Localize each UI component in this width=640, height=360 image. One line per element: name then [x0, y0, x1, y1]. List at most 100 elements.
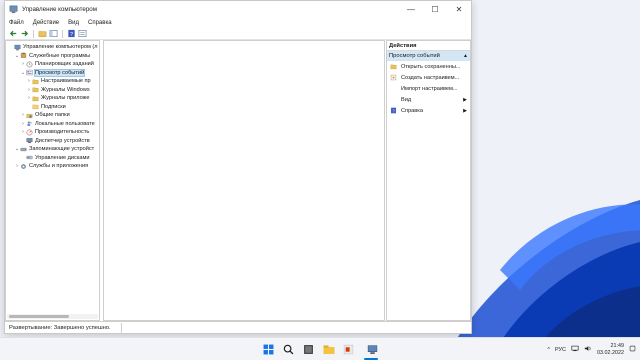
clock-time: 21:49 [610, 342, 625, 349]
scrollbar-thumb[interactable] [9, 315, 69, 318]
tree-node-label: Журналы Windows [41, 86, 90, 93]
action-label: Вид [401, 96, 412, 103]
folder-icon [32, 87, 39, 93]
folder-icon [32, 79, 39, 84]
properties-icon[interactable] [78, 29, 87, 38]
action-item[interactable]: Импорт настраивем... [387, 83, 470, 94]
forward-icon[interactable] [20, 29, 29, 38]
network-icon[interactable] [571, 345, 579, 354]
tree-node[interactable]: › Планировщик заданий [6, 60, 99, 69]
maximize-button[interactable]: ☐ [423, 1, 447, 17]
tree-node[interactable]: › Настраиваемые пр [6, 77, 99, 86]
title-bar[interactable]: Управление компьютером — ☐ ✕ [5, 1, 471, 17]
tree-node[interactable]: › Журналы Windows [6, 86, 99, 95]
services-icon [21, 163, 26, 169]
computer-management-icon [14, 44, 21, 51]
tree-node[interactable]: ⌄ Запоминающие устройст [6, 145, 99, 154]
action-item[interactable]: Открыть сохраненны... [387, 61, 470, 72]
tree-node[interactable]: › Производительность [6, 128, 99, 137]
back-icon[interactable] [9, 29, 18, 38]
actions-group-event-viewer[interactable]: Просмотр событий ▲ [387, 51, 470, 61]
action-list: Открыть сохраненны... Создать настраивем.… [387, 61, 470, 116]
toolbar: ? [5, 28, 471, 40]
tree-node-label: Служебные программы [29, 52, 91, 59]
tree-node-label: Планировщик заданий [35, 61, 94, 68]
tree-node-label: Диспетчер устройств [35, 137, 90, 144]
status-text: Развертывание: Завершено успешно. [9, 324, 111, 331]
volume-icon[interactable] [584, 345, 592, 354]
tree-node-label: Производительность [35, 129, 90, 136]
tree-list: Управление компьютером (л ⌄ Служебные прог… [6, 43, 99, 171]
status-bar: Развертывание: Завершено успешно. [5, 321, 471, 333]
menu-action[interactable]: Действие [33, 20, 59, 26]
create-view-icon [390, 74, 397, 81]
notification-icon[interactable] [629, 345, 636, 354]
blank-icon [390, 85, 397, 92]
blank-icon [390, 96, 397, 103]
toolbar-separator [33, 29, 34, 38]
help-icon[interactable]: ? [67, 29, 76, 38]
menu-view[interactable]: Вид [68, 20, 79, 26]
tree-node[interactable]: › Журналы приложе [6, 94, 99, 103]
action-item[interactable]: ? Справка ▶ [387, 105, 470, 116]
tree-node[interactable]: Диспетчер устройств [6, 137, 99, 146]
file-explorer-icon[interactable] [302, 343, 315, 356]
search-icon[interactable] [282, 343, 295, 356]
tree-node[interactable]: Управление дисками [6, 154, 99, 163]
disk-icon [26, 156, 33, 160]
actions-pane: Действия Просмотр событий ▲ Открыть сохр… [386, 40, 471, 321]
tree-node-label: Запоминающие устройст [29, 146, 95, 153]
users-icon [27, 121, 32, 127]
menu-help[interactable]: Справка [88, 20, 112, 26]
tree-node-label: Подписки [41, 103, 66, 110]
action-label: Импорт настраивем... [401, 85, 458, 92]
tree-node[interactable]: Управление компьютером (л [6, 43, 99, 52]
tree-node[interactable]: ⌄ Просмотр событий [6, 68, 99, 78]
folder-icon [32, 96, 39, 101]
toolbar-separator [62, 29, 63, 38]
taskbar: ^ РУС 21:49 03.02.2022 [0, 337, 640, 360]
subscriptions-icon [32, 104, 39, 110]
language-indicator[interactable]: РУС [555, 347, 566, 353]
console-tree[interactable]: Управление компьютером (л ⌄ Служебные прог… [5, 40, 100, 321]
computer-management-window[interactable]: Управление компьютером — ☐ ✕ Файл Действ… [4, 0, 472, 334]
tree-node[interactable]: › Локальные пользовате [6, 120, 99, 129]
clock[interactable]: 21:49 03.02.2022 [597, 343, 624, 357]
folder-up-icon[interactable] [38, 29, 47, 38]
tree-node-label: Общие папки [35, 112, 70, 119]
submenu-arrow-icon: ▶ [463, 96, 467, 103]
menu-bar: Файл Действие Вид Справка [5, 17, 471, 28]
performance-icon [26, 129, 33, 136]
actions-header: Действия [387, 41, 470, 51]
computer-management-icon [9, 5, 18, 13]
help-icon: ? [391, 107, 396, 114]
tree-node[interactable]: › Службы и приложения [6, 162, 99, 171]
action-item[interactable]: Вид ▶ [387, 94, 470, 105]
tree-node-label: Управление компьютером (л [23, 44, 98, 51]
tree-node-label: Службы и приложения [29, 163, 89, 170]
close-button[interactable]: ✕ [447, 1, 471, 17]
open-folder-icon [390, 64, 397, 70]
action-item[interactable]: Создать настраивем... [387, 72, 470, 83]
show-hide-tree-icon[interactable] [49, 29, 58, 38]
shared-folder-icon [26, 113, 33, 118]
tree-horizontal-scrollbar[interactable] [7, 314, 98, 319]
office-icon[interactable] [342, 343, 355, 356]
minimize-button[interactable]: — [399, 1, 423, 17]
tree-node[interactable]: Подписки [6, 103, 99, 112]
computer-management-icon[interactable] [366, 343, 379, 356]
menu-file[interactable]: Файл [9, 20, 24, 26]
action-label: Создать настраивем... [401, 74, 460, 81]
tree-node[interactable]: › Общие папки [6, 111, 99, 120]
storage-icon [20, 147, 27, 151]
window-title: Управление компьютером [22, 5, 98, 13]
tree-node[interactable]: ⌄ Служебные программы [6, 52, 99, 61]
tools-icon [20, 52, 27, 59]
collapse-up-icon[interactable]: ▲ [463, 53, 468, 59]
tree-node-label: Настраиваемые пр [41, 78, 91, 85]
status-divider [120, 322, 122, 333]
tray-chevron-icon[interactable]: ^ [547, 347, 550, 353]
tree-node-label: Управление дисками [35, 154, 90, 161]
folder-icon[interactable] [322, 343, 335, 356]
start-icon[interactable] [262, 343, 275, 356]
